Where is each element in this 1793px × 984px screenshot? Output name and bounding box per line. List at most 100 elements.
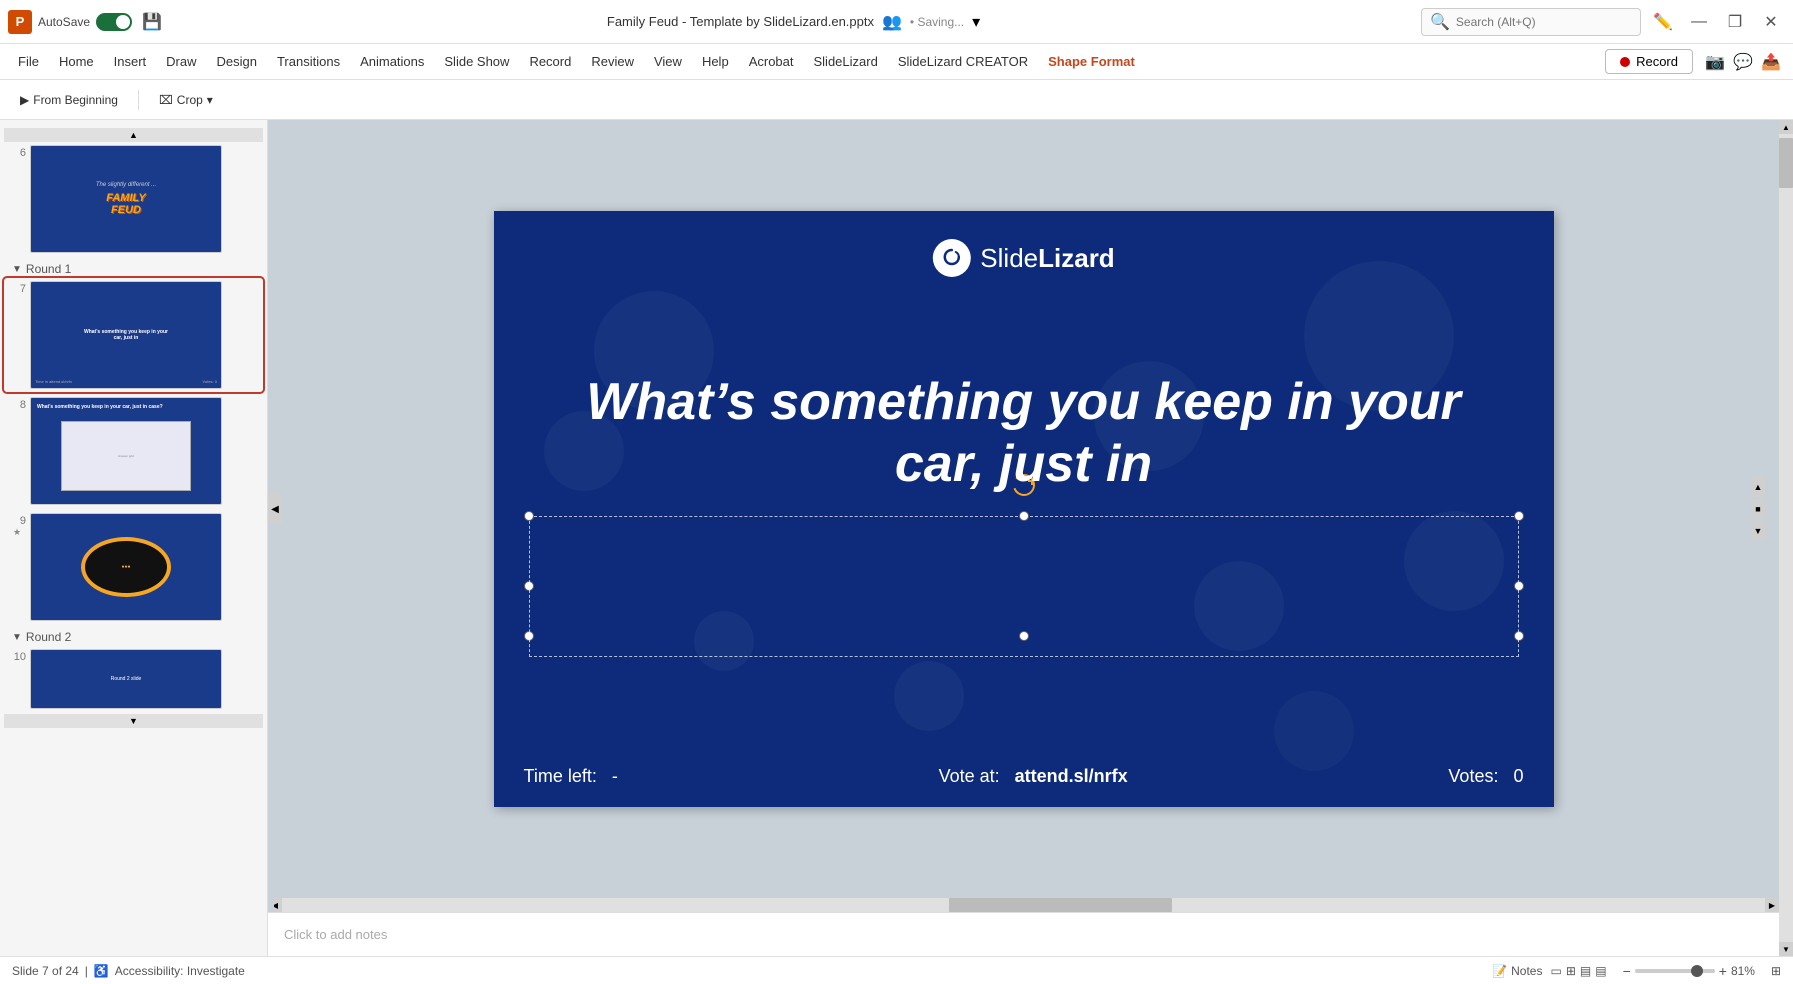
handle-bottom-left[interactable] bbox=[524, 631, 534, 641]
notes-btn[interactable]: 📝 Notes bbox=[1492, 964, 1542, 978]
handle-bottom-center[interactable] bbox=[1019, 631, 1029, 641]
search-input[interactable] bbox=[1456, 15, 1632, 29]
scroll-right-mid-btn[interactable]: ■ bbox=[1751, 499, 1765, 519]
collab-icon: 👥 bbox=[882, 12, 902, 32]
handle-mid-right[interactable] bbox=[1514, 581, 1524, 591]
section-round1[interactable]: ▼ Round 1 bbox=[4, 258, 263, 278]
status-left: Slide 7 of 24 | ♿ Accessibility: Investi… bbox=[12, 964, 245, 978]
slide-count-label: Slide 7 of 24 bbox=[12, 964, 79, 978]
autosave-label: AutoSave bbox=[38, 15, 90, 29]
zoom-in-btn[interactable]: + bbox=[1719, 963, 1727, 979]
saving-text: • Saving... bbox=[910, 15, 964, 29]
view-reading-btn[interactable]: ▤ bbox=[1580, 964, 1591, 978]
close-btn[interactable]: ✕ bbox=[1757, 8, 1785, 36]
pen-icon[interactable]: ✏️ bbox=[1649, 8, 1677, 36]
notes-area[interactable]: Click to add notes bbox=[268, 912, 1779, 956]
menu-review[interactable]: Review bbox=[581, 50, 644, 73]
handle-mid-left[interactable] bbox=[524, 581, 534, 591]
slide-img-10: Round 2 slide bbox=[30, 649, 222, 709]
handle-top-left[interactable] bbox=[524, 511, 534, 521]
menu-draw[interactable]: Draw bbox=[156, 50, 206, 73]
v-scroll-thumb[interactable] bbox=[1779, 138, 1793, 188]
fit-btn[interactable]: ⊞ bbox=[1771, 964, 1781, 978]
zoom-slider[interactable] bbox=[1635, 969, 1715, 973]
slide-8-answers: Answer grid bbox=[118, 454, 134, 458]
menu-home[interactable]: Home bbox=[49, 50, 104, 73]
round2-collapse-icon: ▼ bbox=[12, 632, 22, 643]
slide-img-7: What's something you keep in yourcar, ju… bbox=[30, 281, 222, 389]
slide-thumb-8[interactable]: 8 What's something you keep in your car,… bbox=[4, 394, 263, 508]
scroll-right-bottom-btn[interactable]: ▼ bbox=[1751, 521, 1765, 541]
main-question-text[interactable]: What’s something you keep in your car, j… bbox=[554, 371, 1494, 496]
menu-acrobat[interactable]: Acrobat bbox=[739, 50, 804, 73]
view-grid-btn[interactable]: ⊞ bbox=[1566, 964, 1576, 978]
view-normal-btn[interactable]: ▭ bbox=[1550, 964, 1561, 978]
zoom-controls: − + 81% bbox=[1623, 963, 1763, 979]
crop-label: Crop bbox=[177, 93, 203, 107]
h-scroll-right[interactable]: ▶ bbox=[1765, 898, 1779, 912]
menu-view[interactable]: View bbox=[644, 50, 692, 73]
view-presenter-btn[interactable]: ▤ bbox=[1595, 964, 1606, 978]
slide-canvas-area[interactable]: ◀ bbox=[268, 120, 1779, 898]
minimize-btn[interactable]: — bbox=[1685, 8, 1713, 36]
right-scroll-arrows: ▲ ■ ▼ bbox=[1751, 477, 1765, 541]
crop-btn[interactable]: ⌧ Crop ▾ bbox=[151, 89, 221, 111]
slide-thumb-10[interactable]: 10 Round 2 slide bbox=[4, 646, 263, 712]
h-scrollbar[interactable]: ◀ ▶ bbox=[268, 898, 1779, 912]
panel-scroll-down[interactable]: ▼ bbox=[4, 714, 263, 728]
file-title: Family Feud - Template by SlideLizard.en… bbox=[607, 14, 874, 29]
app-logo: P bbox=[8, 10, 32, 34]
autosave-toggle[interactable] bbox=[96, 13, 132, 31]
handle-bottom-right[interactable] bbox=[1514, 631, 1524, 641]
slide-thumb-9[interactable]: 9 ★ ●●● bbox=[4, 510, 263, 624]
search-bar[interactable]: 🔍 bbox=[1421, 8, 1641, 36]
title-bar: P AutoSave 💾 Family Feud - Template by S… bbox=[0, 0, 1793, 44]
menu-design[interactable]: Design bbox=[207, 50, 267, 73]
comment-icon[interactable]: 💬 bbox=[1729, 48, 1757, 76]
menu-record[interactable]: Record bbox=[519, 50, 581, 73]
slide-thumb-7[interactable]: 7 What's something you keep in yourcar, … bbox=[4, 278, 263, 392]
slide-canvas[interactable]: SlideLizard bbox=[494, 211, 1554, 807]
saving-dropdown[interactable]: ▾ bbox=[972, 12, 980, 32]
menu-slideshow[interactable]: Slide Show bbox=[434, 50, 519, 73]
zoom-level[interactable]: 81% bbox=[1731, 964, 1763, 978]
bokeh-6 bbox=[1194, 561, 1284, 651]
v-scroll-up[interactable]: ▲ bbox=[1779, 120, 1793, 134]
handle-top-right[interactable] bbox=[1514, 511, 1524, 521]
v-scroll-down[interactable]: ▼ bbox=[1779, 942, 1793, 956]
notes-icon: 📝 bbox=[1492, 964, 1507, 978]
slide-6-title: FAMILYFEUD bbox=[106, 192, 146, 216]
share-icon[interactable]: 📤 bbox=[1757, 48, 1785, 76]
sl-logo-text: SlideLizard bbox=[980, 243, 1114, 274]
section-round2[interactable]: ▼ Round 2 bbox=[4, 626, 263, 646]
bokeh-9 bbox=[1274, 691, 1354, 771]
round1-label: Round 1 bbox=[26, 262, 71, 276]
scroll-left-btn[interactable]: ◀ bbox=[268, 494, 282, 524]
v-scrollbar[interactable]: ▲ ▼ bbox=[1779, 120, 1793, 956]
menu-slidelizard-creator[interactable]: SlideLizard CREATOR bbox=[888, 50, 1038, 73]
slide-thumb-6[interactable]: 6 The slightly different ... FAMILYFEUD bbox=[4, 142, 263, 256]
votes-text: Votes: 0 bbox=[1448, 766, 1523, 787]
menu-transitions[interactable]: Transitions bbox=[267, 50, 350, 73]
camera-icon[interactable]: 📷 bbox=[1701, 48, 1729, 76]
panel-scroll-up[interactable]: ▲ bbox=[4, 128, 263, 142]
record-button[interactable]: Record bbox=[1605, 49, 1693, 74]
menu-insert[interactable]: Insert bbox=[104, 50, 157, 73]
h-scroll-thumb[interactable] bbox=[949, 898, 1171, 912]
slide-num-9: 9 bbox=[8, 513, 26, 527]
maximize-btn[interactable]: ❐ bbox=[1721, 8, 1749, 36]
menu-help[interactable]: Help bbox=[692, 50, 739, 73]
from-beginning-btn[interactable]: ▶ From Beginning bbox=[12, 89, 126, 111]
zoom-slider-thumb[interactable] bbox=[1691, 965, 1703, 977]
save-icon[interactable]: 💾 bbox=[138, 8, 166, 36]
accessibility-label[interactable]: Accessibility: Investigate bbox=[115, 964, 245, 978]
scroll-right-top-btn[interactable]: ▲ bbox=[1751, 477, 1765, 497]
vote-text: Vote at: attend.sl/nrfx bbox=[939, 766, 1128, 787]
menu-animations[interactable]: Animations bbox=[350, 50, 434, 73]
handle-top-center[interactable] bbox=[1019, 511, 1029, 521]
toolbar: ▶ From Beginning ⌧ Crop ▾ bbox=[0, 80, 1793, 120]
menu-slidelizard[interactable]: SlideLizard bbox=[804, 50, 888, 73]
menu-file[interactable]: File bbox=[8, 50, 49, 73]
zoom-out-btn[interactable]: − bbox=[1623, 963, 1631, 979]
menu-shape-format[interactable]: Shape Format bbox=[1038, 50, 1145, 73]
